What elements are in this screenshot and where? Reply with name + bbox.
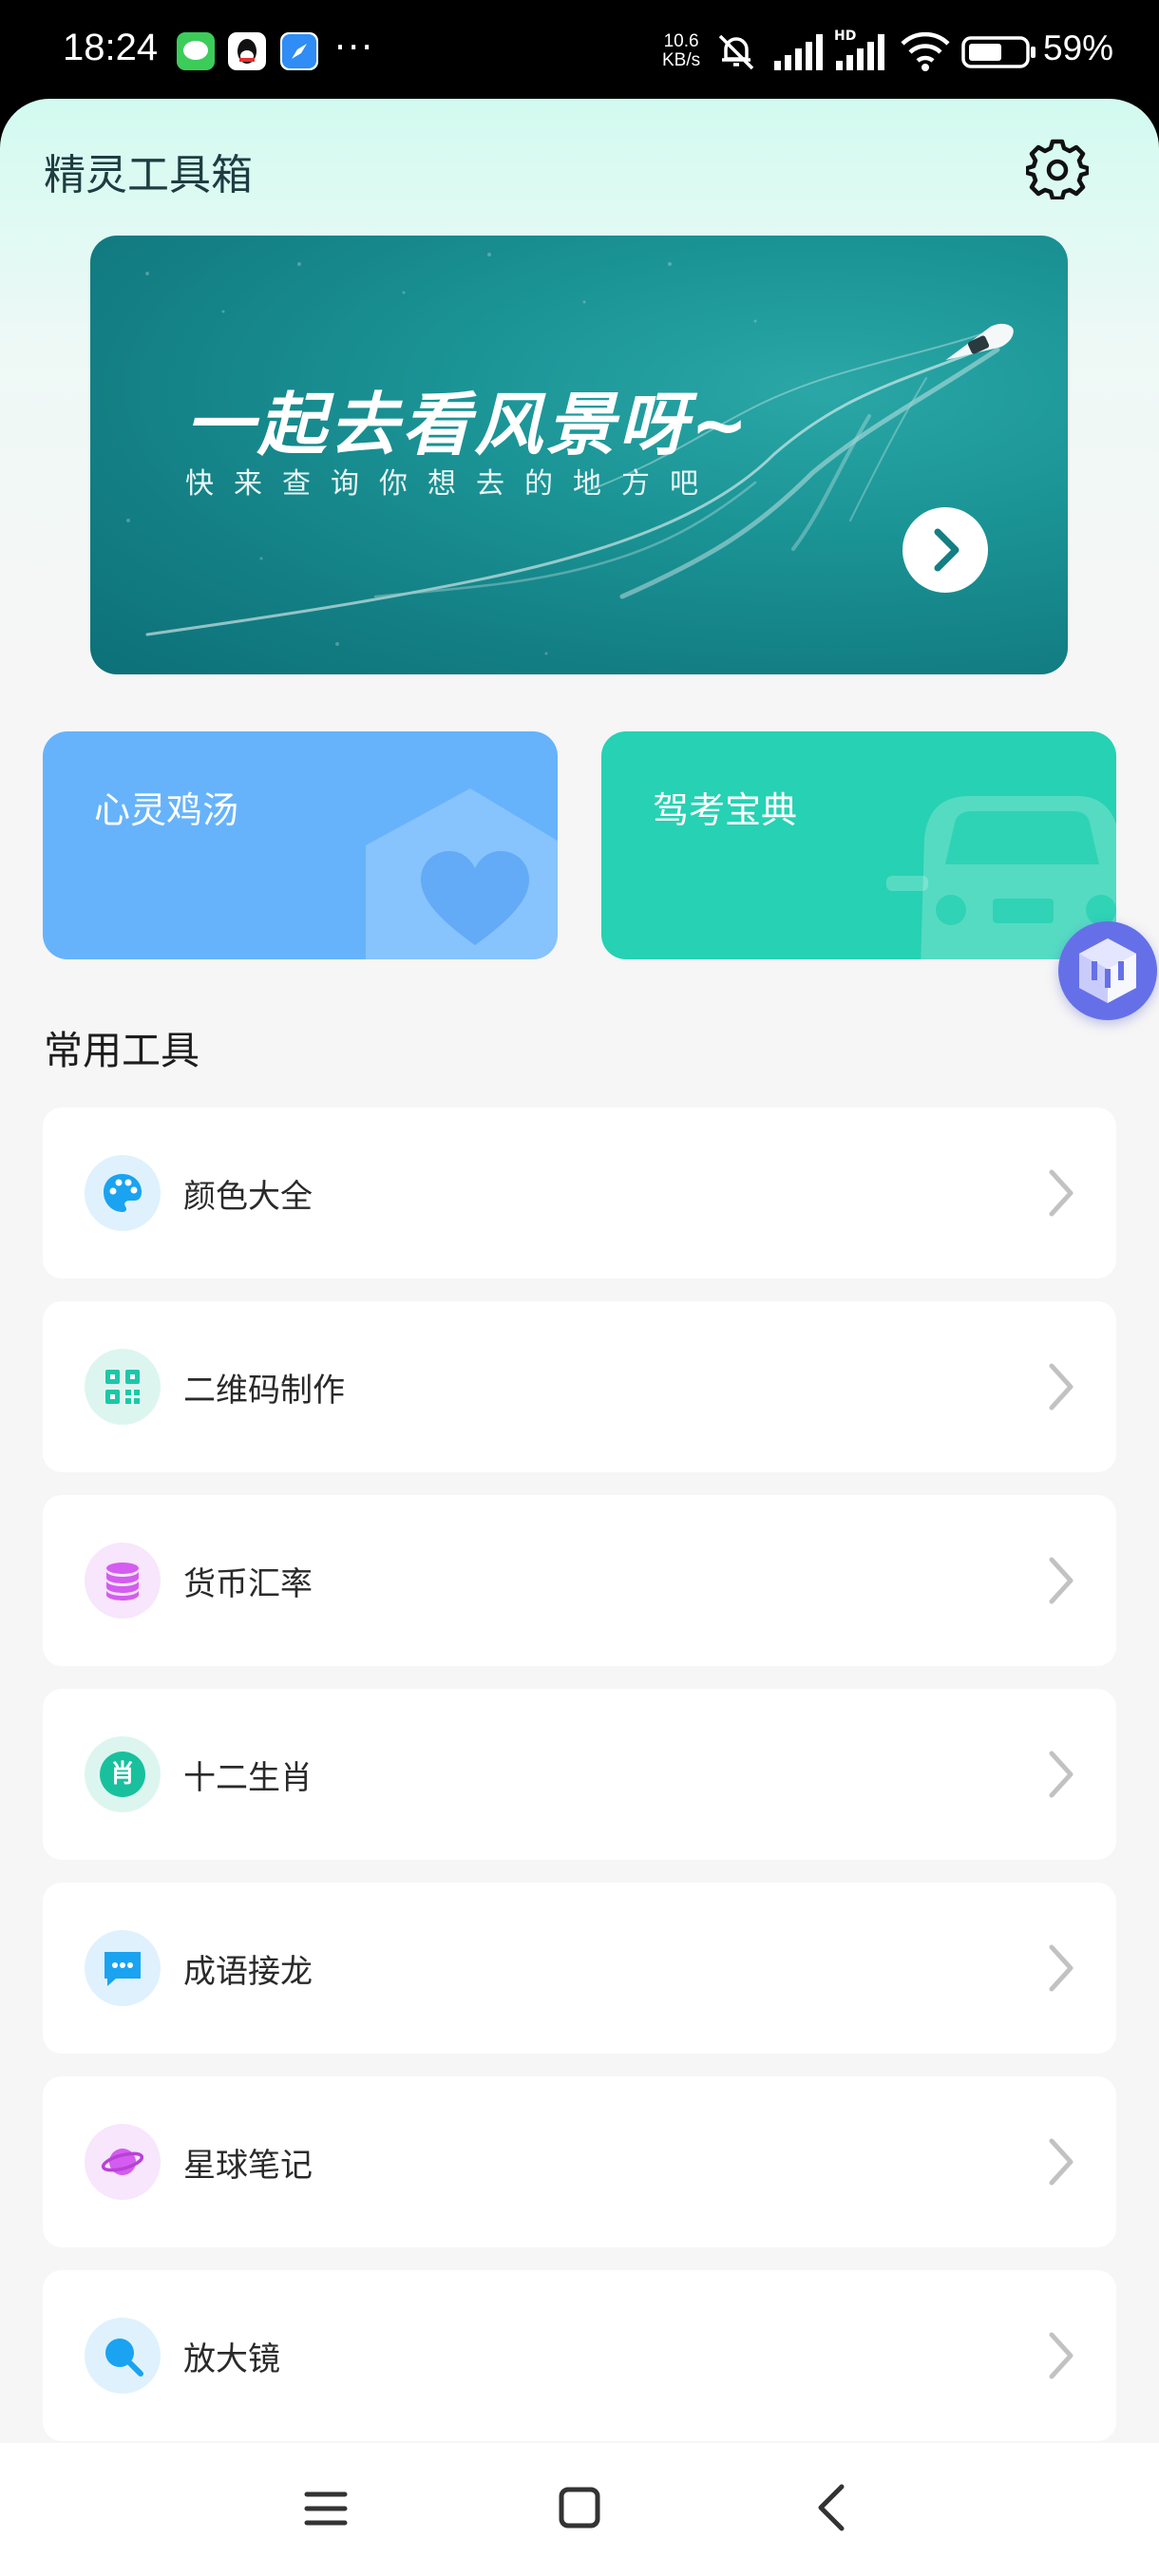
qr-code-icon (85, 1349, 161, 1425)
status-bar: 18:24 ··· 10.6 KB/s HD 59% (0, 0, 1159, 103)
tool-label: 颜色大全 (183, 1178, 313, 1216)
settings-gear-icon[interactable] (1026, 137, 1089, 199)
signal-1-icon (774, 34, 823, 70)
house-heart-icon (366, 788, 558, 959)
chevron-right-icon (1049, 1751, 1074, 1798)
browser-app-icon (280, 32, 318, 70)
system-nav-bar (0, 2443, 1159, 2576)
palette-icon (85, 1155, 161, 1231)
tool-item-colors[interactable]: 颜色大全 (43, 1108, 1116, 1279)
banner-go-button[interactable] (902, 507, 988, 593)
tool-label: 星球笔记 (183, 2147, 313, 2185)
tool-item-planet-notes[interactable]: 星球笔记 (43, 2076, 1116, 2247)
wifi-icon (901, 31, 950, 71)
network-speed: 10.6 KB/s (662, 31, 701, 70)
planet-icon (85, 2124, 161, 2200)
menu-icon[interactable] (304, 2487, 348, 2530)
banner-title: 一起去看风景呀~ (185, 385, 752, 464)
card-soul-soup[interactable]: 心灵鸡汤 (43, 731, 558, 959)
status-time: 18:24 (63, 27, 159, 68)
chevron-right-icon (1049, 2332, 1074, 2379)
chevron-right-icon (1049, 1169, 1074, 1217)
tool-label: 成语接龙 (183, 1953, 313, 1991)
banner-subtitle: 快来查询你想去的地方吧 (185, 467, 718, 501)
tool-label: 十二生肖 (183, 1759, 313, 1797)
tool-label: 货币汇率 (183, 1565, 313, 1603)
battery-icon (961, 36, 1036, 68)
chevron-right-icon (1049, 1363, 1074, 1411)
more-notifications-icon: ··· (334, 27, 375, 68)
chevron-right-icon (934, 528, 960, 572)
card-label: 驾考宝典 (653, 789, 798, 831)
tool-item-zodiac[interactable]: 肖 十二生肖 (43, 1689, 1116, 1860)
battery-percent: 59% (1043, 28, 1114, 67)
tool-item-magnifier[interactable]: 放大镜 (43, 2270, 1116, 2441)
app-screen: 精灵工具箱 一起去看风景呀~ 快来查询你想去的地方吧 心灵鸡汤 驾考宝典 常用工… (0, 99, 1159, 2443)
back-icon[interactable] (813, 2483, 849, 2532)
zodiac-icon: 肖 (85, 1736, 161, 1812)
tool-item-qr-code[interactable]: 二维码制作 (43, 1301, 1116, 1472)
floating-assistant-button[interactable] (1058, 921, 1157, 1020)
page-title: 精灵工具箱 (44, 151, 253, 199)
chevron-right-icon (1049, 1944, 1074, 1992)
home-icon[interactable] (557, 2485, 602, 2530)
tool-label: 放大镜 (183, 2340, 280, 2378)
section-title: 常用工具 (44, 1028, 200, 1073)
tool-item-currency[interactable]: 货币汇率 (43, 1495, 1116, 1666)
tool-item-idiom-chain[interactable]: 成语接龙 (43, 1883, 1116, 2054)
card-label: 心灵鸡汤 (94, 789, 239, 831)
card-driving-test[interactable]: 驾考宝典 (601, 731, 1116, 959)
messages-app-icon (177, 32, 215, 70)
qq-app-icon (228, 32, 266, 70)
chevron-right-icon (1049, 2138, 1074, 2186)
mute-bell-icon (718, 34, 754, 70)
tool-label: 二维码制作 (183, 1372, 345, 1410)
cube-icon (1079, 938, 1136, 1003)
coins-icon (85, 1543, 161, 1619)
chevron-right-icon (1049, 1557, 1074, 1604)
zodiac-glyph: 肖 (100, 1752, 145, 1797)
promo-banner[interactable]: 一起去看风景呀~ 快来查询你想去的地方吧 (90, 236, 1068, 674)
chat-icon (85, 1930, 161, 2006)
magnifier-icon (85, 2318, 161, 2394)
signal-2-icon (836, 34, 884, 70)
